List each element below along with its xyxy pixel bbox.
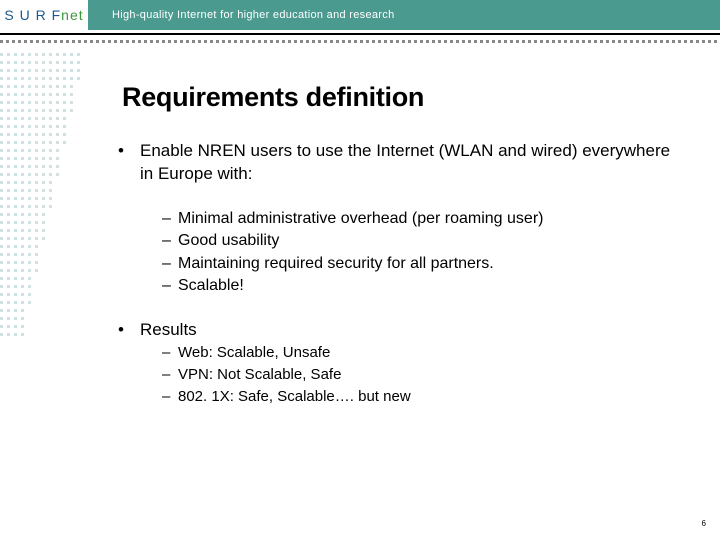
dash-icon: – (162, 364, 178, 386)
slide-title: Requirements definition (122, 82, 424, 113)
sub-text: VPN: Not Scalable, Safe (178, 364, 341, 386)
tagline: High-quality Internet for higher educati… (112, 9, 395, 21)
bullet-1-sub: –Minimal administrative overhead (per ro… (162, 208, 678, 298)
bullet-text: Results (140, 319, 197, 342)
sub-text: Good usability (178, 230, 279, 252)
sub-text: Web: Scalable, Unsafe (178, 342, 330, 364)
sub-item: –Scalable! (162, 275, 678, 297)
header-bar: S U R Fnet High-quality Internet for hig… (0, 0, 720, 30)
sub-text: Maintaining required security for all pa… (178, 253, 494, 275)
sub-text: Minimal administrative overhead (per roa… (178, 208, 543, 230)
sub-item: –Maintaining required security for all p… (162, 253, 678, 275)
bullet-2-sub: –Web: Scalable, Unsafe –VPN: Not Scalabl… (162, 342, 678, 407)
logo: S U R Fnet (0, 0, 88, 30)
sub-item: –Minimal administrative overhead (per ro… (162, 208, 678, 230)
bullet-icon: • (118, 140, 140, 186)
logo-surf: S U R F (4, 7, 61, 23)
bullet-1: • Enable NREN users to use the Internet … (118, 140, 678, 186)
content: • Enable NREN users to use the Internet … (118, 140, 678, 408)
sub-text: Scalable! (178, 275, 244, 297)
dash-icon: – (162, 253, 178, 275)
bullet-2: • Results (118, 319, 678, 342)
dot-row-decoration (0, 40, 720, 46)
logo-text: S U R Fnet (4, 7, 83, 23)
sub-item: –VPN: Not Scalable, Safe (162, 364, 678, 386)
dash-icon: – (162, 275, 178, 297)
sub-item: –Good usability (162, 230, 678, 252)
separator-line (0, 33, 720, 35)
bullet-text: Enable NREN users to use the Internet (W… (140, 140, 678, 186)
sub-item: –802. 1X: Safe, Scalable…. but new (162, 386, 678, 408)
sub-item: –Web: Scalable, Unsafe (162, 342, 678, 364)
slide: S U R Fnet High-quality Internet for hig… (0, 0, 720, 540)
dash-icon: – (162, 386, 178, 408)
dash-icon: – (162, 230, 178, 252)
dash-icon: – (162, 342, 178, 364)
sub-text: 802. 1X: Safe, Scalable…. but new (178, 386, 411, 408)
bullet-icon: • (118, 319, 140, 342)
logo-net: net (61, 7, 83, 23)
dot-side-decoration (0, 48, 90, 348)
dash-icon: – (162, 208, 178, 230)
page-number: 6 (702, 519, 706, 528)
